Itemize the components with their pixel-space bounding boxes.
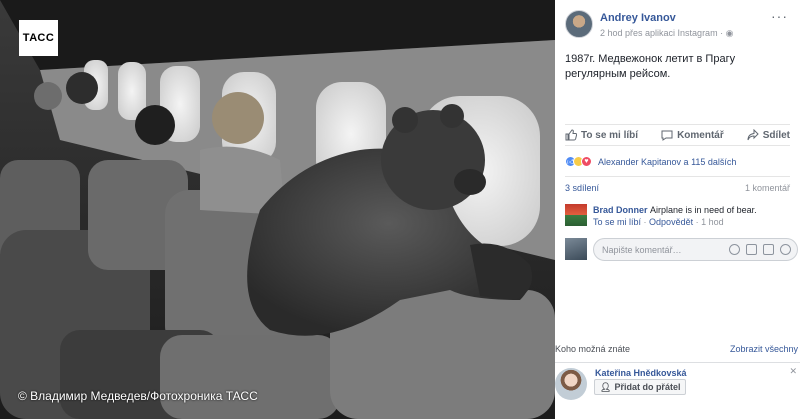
comment-input[interactable]: Napište komentář… <box>593 238 798 261</box>
like-label: To se mi líbí <box>581 129 639 141</box>
add-friend-label: Přidat do přátel <box>614 382 681 392</box>
current-user-avatar <box>565 238 587 260</box>
post-side-panel: Andrey Ivanov 2 hod přes aplikaci Instag… <box>555 0 800 419</box>
sticker-icon[interactable] <box>780 244 791 255</box>
share-button[interactable]: Sdílet <box>747 129 790 141</box>
shares-count[interactable]: 3 sdílení <box>565 183 599 193</box>
post-meta-separator: · <box>720 28 724 38</box>
post-meta: 2 hod přes aplikaci Instagram · ◉ <box>600 28 733 39</box>
more-options-icon[interactable]: ··· <box>771 9 788 23</box>
post-stats: 3 sdílení 1 komentář <box>565 176 790 198</box>
reactions-summary[interactable]: 👍︎ ♥ Alexander Kapitanov a 115 dalších <box>565 156 736 167</box>
post-actions: To se mi líbí Komentář Sdílet <box>565 124 790 146</box>
tass-logo: ТАСС <box>19 20 58 56</box>
comment-reply-link[interactable]: Odpovědět <box>649 217 693 227</box>
reply-row: Napište komentář… <box>565 238 798 262</box>
globe-icon: ◉ <box>725 28 734 38</box>
commenter-avatar[interactable] <box>565 204 587 226</box>
comment-links: To se mi líbí · Odpovědět · 1 hod <box>593 217 724 227</box>
post-text: 1987г. Медвежонок летит в Прагу регулярн… <box>565 53 736 80</box>
add-friend-icon: 👤︎ <box>600 381 612 392</box>
people-you-may-know-header: Koho možná znáte Zobrazit všechny <box>555 344 800 362</box>
comment-text: Airplane is in need of bear. <box>650 205 757 215</box>
photo-credit: © Владимир Медведев/Фотохроника ТАСС <box>18 389 258 403</box>
comment-input-placeholder: Napište komentář… <box>602 244 682 255</box>
comment-label: Komentář <box>677 129 724 141</box>
friend-suggestion: Kateřina Hnědkovská 👤︎ Přidat do přátel … <box>555 364 800 404</box>
close-icon[interactable]: ✕ <box>789 366 797 377</box>
post-photo[interactable]: ТАСС © Владимир Медведев/Фотохроника ТАС… <box>0 0 555 419</box>
thumbs-up-icon <box>565 129 577 141</box>
photo-image <box>0 0 555 419</box>
comment-time[interactable]: 1 hod <box>701 217 724 227</box>
comment-button[interactable]: Komentář <box>661 129 724 141</box>
see-all-link[interactable]: Zobrazit všechny <box>730 344 798 362</box>
love-reaction-icon: ♥ <box>581 156 592 167</box>
comment-icon <box>661 130 673 141</box>
suggested-person-avatar[interactable] <box>555 368 587 400</box>
comment-separator: · <box>695 217 699 227</box>
commenter-name[interactable]: Brad Donner <box>593 205 648 215</box>
like-button[interactable]: To se mi líbí <box>565 129 638 141</box>
comment-separator: · <box>643 217 647 227</box>
post-meta-text[interactable]: 2 hod přes aplikaci Instagram <box>600 28 718 38</box>
comment-like-link[interactable]: To se mi líbí <box>593 217 641 227</box>
input-icons <box>729 244 791 255</box>
gif-icon[interactable] <box>763 244 774 255</box>
suggest-title: Koho možná znáte <box>555 344 631 354</box>
reactions-text[interactable]: Alexander Kapitanov a 115 dalších <box>598 157 736 167</box>
author-avatar[interactable] <box>565 10 593 38</box>
share-icon <box>747 129 759 141</box>
divider <box>555 362 800 363</box>
emoji-icon[interactable] <box>729 244 740 255</box>
comments-count[interactable]: 1 komentář <box>745 183 790 193</box>
comment-body: Brad Donner Airplane is in need of bear. <box>593 205 757 215</box>
suggested-person-name[interactable]: Kateřina Hnědkovská <box>595 368 687 378</box>
share-label: Sdílet <box>762 129 790 141</box>
camera-icon[interactable] <box>746 244 757 255</box>
author-name[interactable]: Andrey Ivanov <box>600 12 676 24</box>
add-friend-button[interactable]: 👤︎ Přidat do přátel <box>594 379 687 395</box>
reaction-icons: 👍︎ ♥ <box>565 156 592 167</box>
post-header: Andrey Ivanov 2 hod přes aplikaci Instag… <box>565 9 792 42</box>
